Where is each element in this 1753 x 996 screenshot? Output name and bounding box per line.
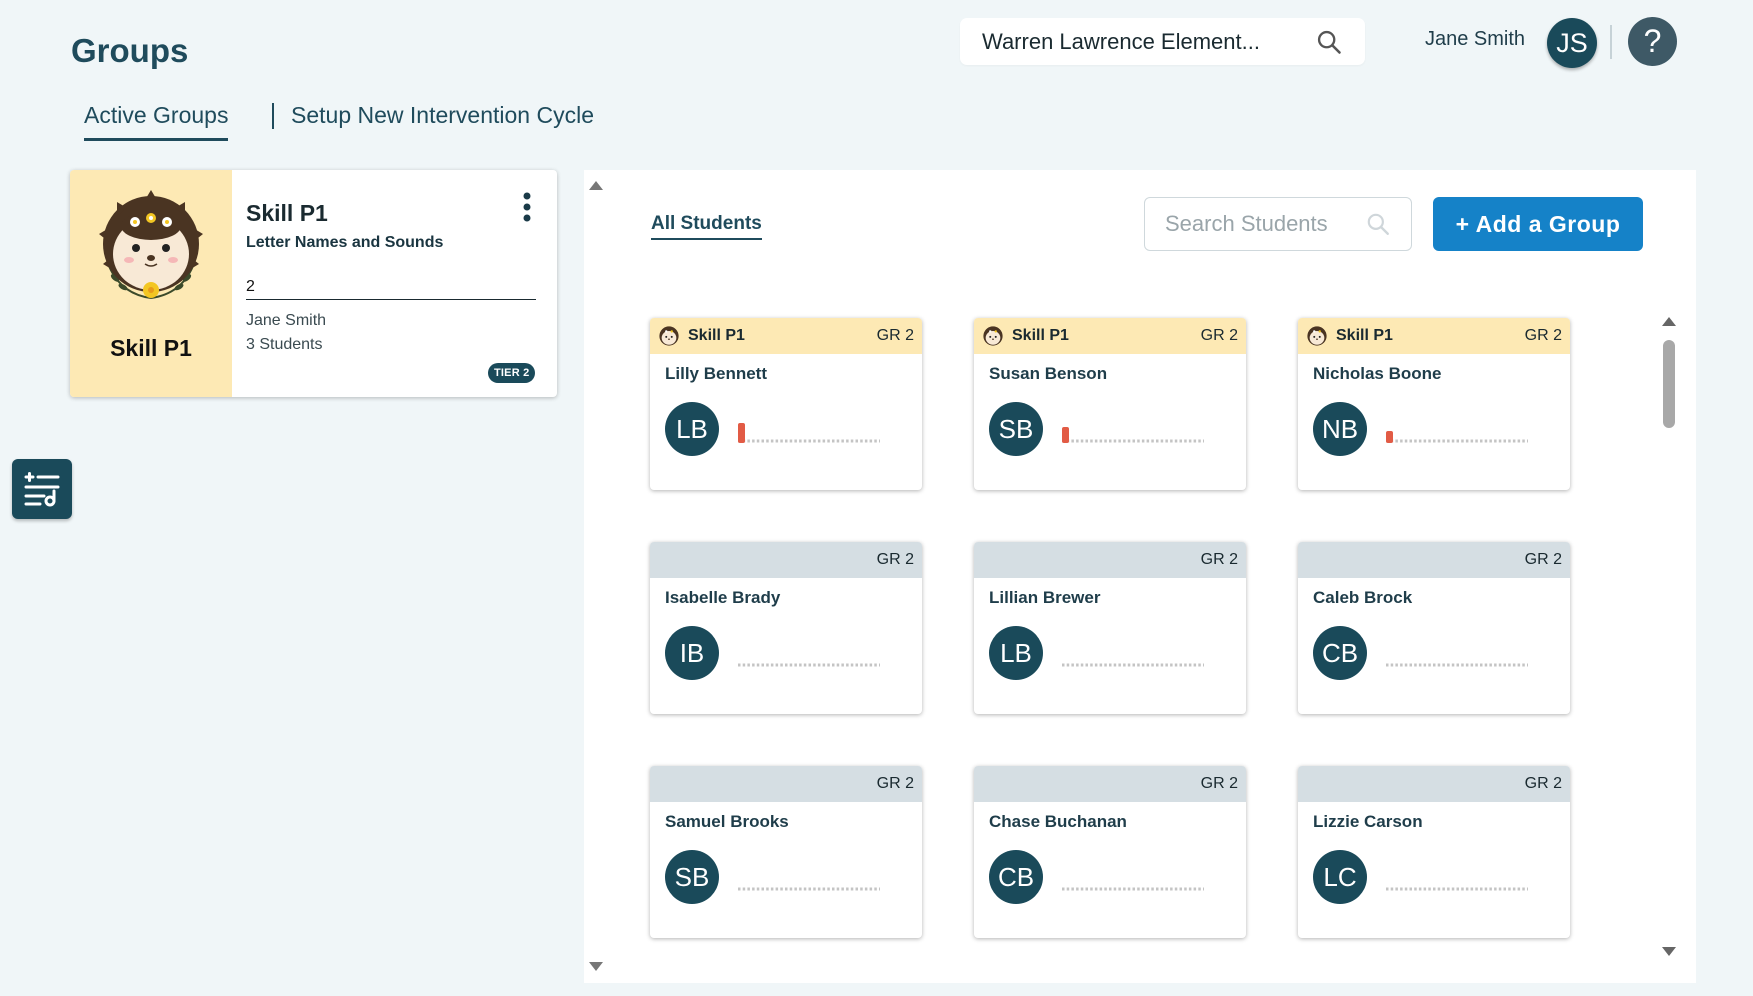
hedgehog-icon — [659, 326, 679, 346]
student-card-header: GR 2 — [974, 766, 1246, 802]
student-card[interactable]: GR 2 Isabelle Brady IB — [650, 542, 922, 714]
student-grade: GR 2 — [876, 551, 914, 568]
filter-sliders-icon — [24, 472, 60, 507]
school-selector[interactable]: Warren Lawrence Element... — [960, 18, 1365, 65]
student-avatar: LB — [665, 402, 719, 456]
student-grade: GR 2 — [1200, 551, 1238, 568]
student-grade: GR 2 — [876, 327, 914, 344]
list-scroll-up-arrow[interactable] — [1662, 317, 1676, 326]
progress-sparkline — [738, 663, 880, 667]
group-teacher: Jane Smith — [246, 312, 327, 329]
student-card-header: Skill P1 GR 2 — [974, 318, 1246, 354]
progress-sparkline — [1062, 427, 1204, 443]
group-card[interactable]: Skill P1 Skill P1 Letter Names and Sound… — [70, 170, 557, 397]
student-name: Isabelle Brady — [665, 588, 781, 607]
student-skill: Skill P1 — [1336, 327, 1393, 344]
student-card[interactable]: Skill P1 GR 2 Susan Benson SB — [974, 318, 1246, 490]
progress-sparkline — [738, 423, 880, 443]
student-card-header: Skill P1 GR 2 — [650, 318, 922, 354]
filter-button[interactable] — [12, 459, 72, 519]
student-card[interactable]: GR 2 Samuel Brooks SB — [650, 766, 922, 938]
student-card-header: GR 2 — [974, 542, 1246, 578]
progress-sparkline — [1386, 431, 1528, 443]
group-image-label: Skill P1 — [110, 335, 192, 361]
student-grade: GR 2 — [876, 775, 914, 792]
student-name: Lizzie Carson — [1313, 812, 1423, 831]
list-scrollbar-thumb[interactable] — [1663, 340, 1675, 428]
progress-sparkline — [1062, 887, 1204, 891]
student-avatar: CB — [1313, 626, 1367, 680]
student-grade: GR 2 — [1524, 551, 1562, 568]
tab-all-students[interactable]: All Students — [651, 213, 762, 240]
student-name: Susan Benson — [989, 364, 1108, 383]
student-avatar: SB — [989, 402, 1043, 456]
student-name: Caleb Brock — [1313, 588, 1413, 607]
student-skill: Skill P1 — [1012, 327, 1069, 344]
search-placeholder: Search Students — [1165, 211, 1328, 236]
progress-sparkline — [738, 887, 880, 891]
student-avatar: CB — [989, 850, 1043, 904]
student-grade: GR 2 — [1524, 327, 1562, 344]
help-button[interactable]: ? — [1628, 17, 1677, 66]
tab-active-groups[interactable]: Active Groups — [84, 102, 229, 141]
student-card[interactable]: GR 2 Lillian Brewer LB — [974, 542, 1246, 714]
student-name: Samuel Brooks — [665, 812, 789, 831]
page-title: Groups — [71, 32, 189, 69]
search-icon — [1367, 213, 1389, 235]
hedgehog-icon — [983, 326, 1003, 346]
group-title: Skill P1 — [246, 200, 328, 226]
student-name: Nicholas Boone — [1313, 364, 1442, 383]
student-name: Lillian Brewer — [989, 588, 1101, 607]
scroll-up-arrow[interactable] — [589, 181, 603, 190]
student-avatar: NB — [1313, 402, 1367, 456]
student-grade: GR 2 — [1524, 775, 1562, 792]
student-card[interactable]: Skill P1 GR 2 Nicholas Boone NB — [1298, 318, 1570, 490]
progress-sparkline — [1062, 663, 1204, 667]
progress-sparkline — [1386, 887, 1528, 891]
tier-badge: TIER 2 — [488, 363, 536, 383]
student-avatar: LB — [989, 626, 1043, 680]
student-avatar: IB — [665, 626, 719, 680]
tab-setup-intervention[interactable]: Setup New Intervention Cycle — [291, 102, 594, 129]
student-grade: GR 2 — [1200, 775, 1238, 792]
student-avatar: SB — [665, 850, 719, 904]
group-student-count: 3 Students — [246, 336, 323, 353]
student-name: Chase Buchanan — [989, 812, 1127, 831]
user-name[interactable]: Jane Smith — [1425, 28, 1525, 51]
student-card[interactable]: Skill P1 GR 2 Lilly Bennett LB — [650, 318, 922, 490]
progress-bar — [1386, 431, 1393, 443]
progress-sparkline — [1386, 663, 1528, 667]
student-card-header: Skill P1 GR 2 — [1298, 318, 1570, 354]
student-avatar: LC — [1313, 850, 1367, 904]
user-avatar[interactable]: JS — [1547, 18, 1597, 68]
group-card-image: Skill P1 — [70, 170, 232, 397]
school-name: Warren Lawrence Element... — [982, 28, 1260, 54]
student-card-header: GR 2 — [650, 766, 922, 802]
add-group-button[interactable]: + Add a Group — [1433, 197, 1643, 251]
group-subtitle: Letter Names and Sounds — [246, 234, 444, 251]
list-scroll-down-arrow[interactable] — [1662, 947, 1676, 956]
student-card[interactable]: GR 2 Lizzie Carson LC — [1298, 766, 1570, 938]
hedgehog-icon — [1307, 326, 1327, 346]
student-card[interactable]: GR 2 Chase Buchanan CB — [974, 766, 1246, 938]
student-skill: Skill P1 — [688, 327, 745, 344]
student-card[interactable]: GR 2 Caleb Brock CB — [1298, 542, 1570, 714]
hedgehog-icon — [99, 190, 203, 299]
header-divider — [1610, 25, 1612, 59]
group-divider — [246, 299, 536, 300]
scroll-down-arrow[interactable] — [589, 962, 603, 971]
student-card-header: GR 2 — [1298, 542, 1570, 578]
student-card-header: GR 2 — [650, 542, 922, 578]
group-number: 2 — [246, 278, 255, 295]
search-icon[interactable] — [1315, 28, 1343, 56]
student-name: Lilly Bennett — [665, 364, 768, 383]
tab-divider — [272, 103, 274, 129]
search-students-input[interactable]: Search Students — [1144, 197, 1412, 251]
student-card-header: GR 2 — [1298, 766, 1570, 802]
kebab-menu-icon[interactable] — [521, 191, 533, 223]
progress-bar — [1062, 427, 1069, 443]
progress-bar — [738, 423, 745, 443]
student-grade: GR 2 — [1200, 327, 1238, 344]
